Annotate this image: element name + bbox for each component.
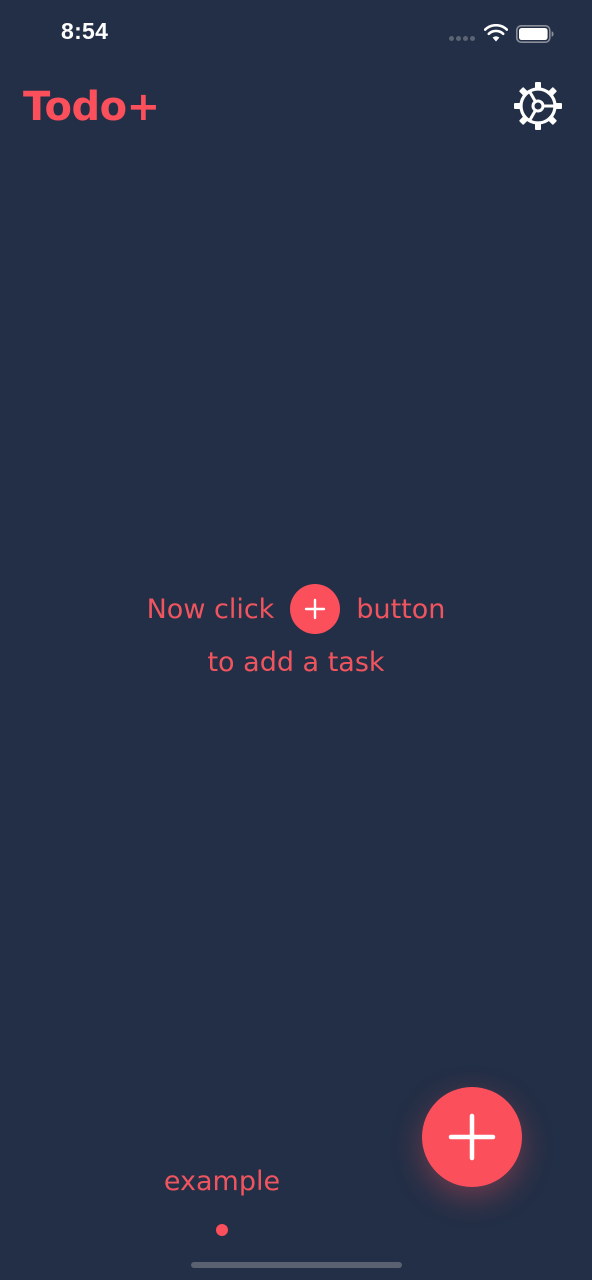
app-title: Todo+ <box>23 84 160 130</box>
cellular-signal-icon <box>449 36 477 42</box>
battery-icon <box>516 25 554 43</box>
home-indicator[interactable] <box>191 1262 402 1268</box>
gear-icon <box>514 82 562 130</box>
inline-plus-badge <box>290 584 341 634</box>
hint-line-1: Now click button <box>0 582 592 636</box>
app-screen: 8:54 Todo+ Now click button to add a tas… <box>0 0 592 1280</box>
active-tab-indicator <box>216 1224 228 1236</box>
tab-label: example <box>163 1166 281 1197</box>
hint-text-after: button <box>356 593 446 625</box>
status-bar: 8:54 <box>0 0 592 66</box>
wifi-icon <box>484 24 508 42</box>
settings-button[interactable] <box>512 80 564 132</box>
hint-line-2: to add a task <box>207 647 385 678</box>
hint-text-before: Now click <box>146 593 275 625</box>
plus-icon <box>448 1113 496 1161</box>
plus-icon <box>305 598 326 620</box>
empty-state-message: Now click button to add a task <box>0 582 592 688</box>
tab-example[interactable]: example <box>122 1160 322 1236</box>
status-time: 8:54 <box>61 18 109 44</box>
add-task-button[interactable] <box>422 1087 522 1187</box>
